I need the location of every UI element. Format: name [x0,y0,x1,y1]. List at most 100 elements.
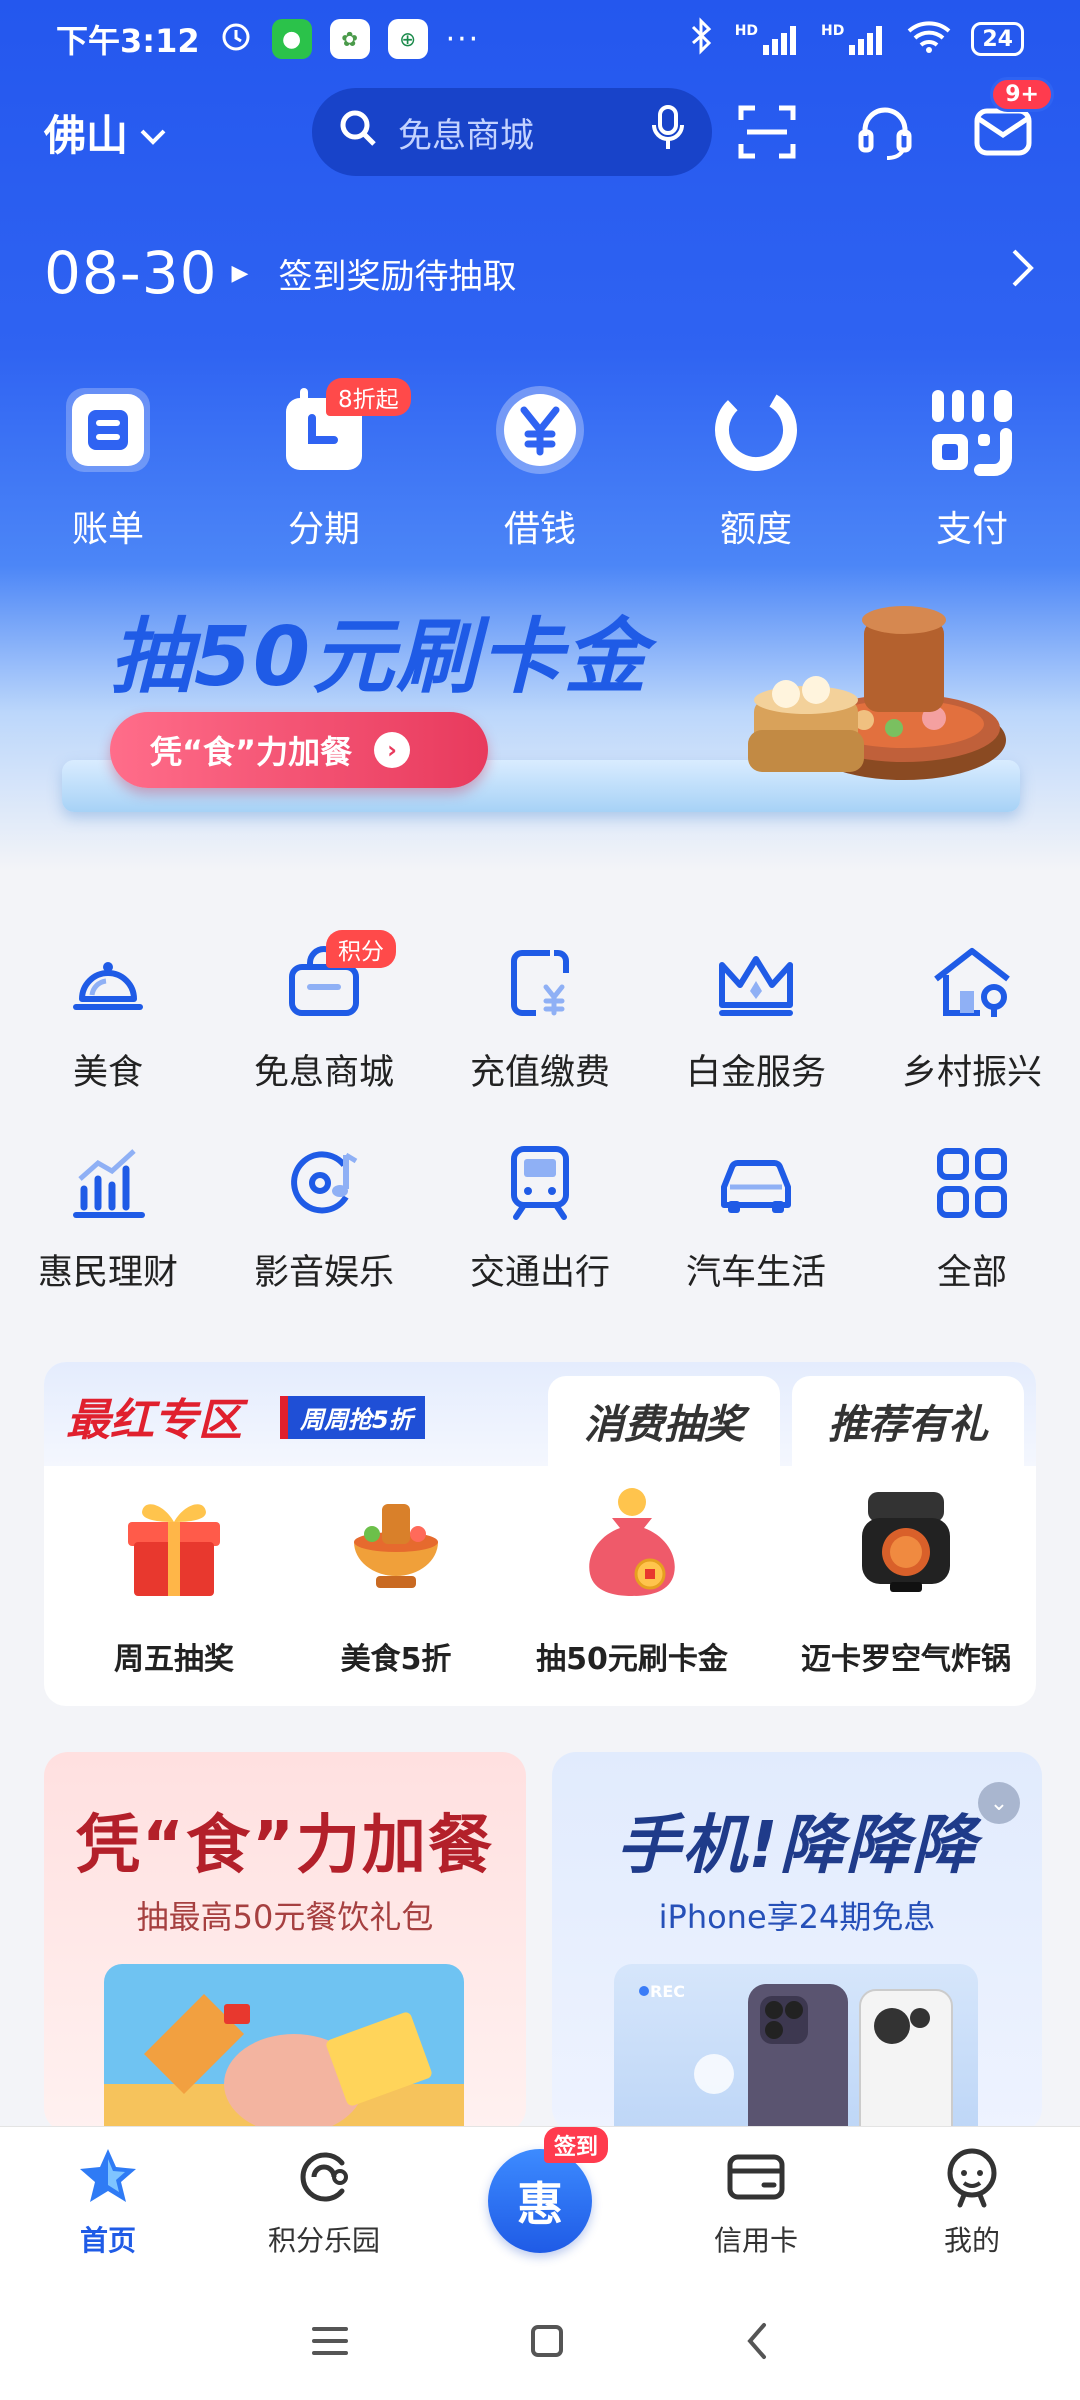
food-promo-illustration [104,1964,464,2132]
scan-icon[interactable] [734,99,800,165]
grid-icon [929,1140,1015,1226]
service-car[interactable]: 汽车生活 [648,1130,864,1330]
microphone-icon[interactable] [650,104,686,160]
city-selector[interactable]: 佛山 [44,102,304,163]
city-label: 佛山 [44,110,129,160]
hui-sign-in-icon: 惠 [488,2149,592,2253]
train-icon [497,1140,583,1226]
service-label: 美食 [72,1053,143,1093]
food-promo-card[interactable]: 凭“食”力加餐 抽最高50元餐饮礼包 [44,1752,526,2132]
tab-points-park[interactable]: 积分乐园 [216,2127,432,2286]
promo-button[interactable]: 凭“食”力加餐 › [110,712,488,788]
credit-card-icon [720,2141,792,2213]
tab-label: 积分乐园 [267,2224,380,2257]
top-bar: 佛山 免息商城 9+ [0,77,1080,180]
quick-action-pay[interactable]: 支付 [864,380,1080,552]
chevron-down-icon [138,108,168,157]
sign-in-badge: 签到 [544,2127,609,2163]
more-notifications-icon: ··· [445,21,481,57]
quick-action-quota[interactable]: 额度 [648,380,864,552]
service-food[interactable]: 美食 [0,930,216,1130]
bill-icon [58,380,158,480]
zone-tabs: 最红专区 周周抢5折 消费抽奖 推荐有礼 [44,1362,1036,1466]
quick-action-label: 额度 [719,509,792,550]
quick-action-label: 借钱 [503,509,576,550]
service-label: 充值缴费 [469,1053,610,1093]
quick-action-installment[interactable]: 8折起 分期 [216,378,432,552]
quota-ring-icon [706,380,806,480]
service-interest-free-mall[interactable]: 积分 免息商城 [216,930,432,1130]
menu-icon[interactable] [310,2325,350,2361]
car-icon [713,1140,799,1226]
bluetooth-icon [689,17,715,61]
card-title: 凭“食”力加餐 [75,1809,495,1883]
quick-actions: 账单 8折起 分期 借钱 额度 支付 [0,378,1080,552]
service-label: 汽车生活 [685,1253,826,1293]
service-rural[interactable]: 乡村振兴 [864,930,1080,1130]
home-square-icon[interactable] [529,2323,565,2363]
hotpot-icon [326,1472,466,1612]
message-badge: 9+ [990,77,1054,112]
signal-icon-2: HD [821,23,887,55]
phone-promo-illustration: REC [614,1964,978,2132]
customer-service-icon[interactable] [852,99,918,165]
zone-tab-referral[interactable]: 推荐有礼 [792,1376,1024,1466]
bottom-tab-bar: 首页 积分乐园 惠 签到 信用卡 我的 [0,2126,1080,2286]
card-subtitle: 抽最高50元餐饮礼包 [136,1898,434,1936]
house-icon [929,940,1015,1026]
points-icon [288,2141,360,2213]
service-finance[interactable]: 惠民理财 [0,1130,216,1330]
hot-zone-card: 最红专区 周周抢5折 消费抽奖 推荐有礼 周五抽奖 美食5折 抽50元刷卡金 迈… [44,1362,1036,1706]
zone-pill: 周周抢5折 [280,1396,425,1439]
music-disc-icon [281,1140,367,1226]
back-icon[interactable] [744,2321,770,2365]
search-icon [338,108,378,157]
service-transport[interactable]: 交通出行 [432,1130,648,1330]
phone-promo-card[interactable]: 手机!降降降 iPhone享24期免息 ⌄ REC [552,1752,1042,2132]
quick-action-label: 支付 [935,509,1008,550]
zone-tab-main[interactable]: 最红专区 [66,1384,242,1448]
quick-action-bill[interactable]: 账单 [0,380,216,552]
service-label: 免息商城 [253,1053,394,1093]
zone-item-label: 周五抽奖 [114,1642,234,1677]
quick-action-label: 分期 [287,509,360,550]
zone-item-food-discount[interactable]: 美食5折 [304,1472,488,1678]
search-bar[interactable]: 免息商城 [312,88,712,176]
service-label: 全部 [936,1253,1007,1293]
message-icon[interactable]: 9+ [970,77,1054,165]
service-label: 惠民理财 [37,1253,178,1293]
payment-code-icon [922,380,1022,480]
collapse-chevron-icon[interactable]: ⌄ [978,1782,1020,1824]
tab-home[interactable]: 首页 [0,2127,216,2286]
zone-item-friday-lottery[interactable]: 周五抽奖 [44,1472,304,1678]
zone-item-air-fryer[interactable]: 迈卡罗空气炸锅 [776,1472,1036,1678]
service-platinum[interactable]: 白金服务 [648,930,864,1130]
promo-button-label: 凭“食”力加餐 [150,733,353,771]
gift-box-icon [104,1472,244,1612]
bank-app-notification-icon: ⊕ [387,19,428,59]
alarm-icon [218,17,254,61]
card-title: 手机!降降降 [616,1809,978,1883]
system-navigation-bar [0,2286,1080,2400]
food-bell-icon [65,940,151,1026]
installment-badge: 8折起 [326,378,411,416]
tab-credit-card[interactable]: 信用卡 [648,2127,864,2286]
service-all[interactable]: 全部 [864,1130,1080,1330]
battery-indicator: 24 [971,22,1024,56]
tab-sign-in[interactable]: 惠 签到 [432,2127,648,2286]
tab-label: 我的 [943,2224,1000,2257]
zone-item-card-cash-lottery[interactable]: 抽50元刷卡金 [488,1472,776,1678]
promo-banner[interactable]: 抽50元刷卡金 凭“食”力加餐 › [62,570,1020,840]
tab-profile[interactable]: 我的 [864,2127,1080,2286]
service-top-up[interactable]: 充值缴费 [432,930,648,1130]
signal-icon-1: HD [735,23,801,55]
zone-item-label: 迈卡罗空气炸锅 [801,1642,1011,1677]
card-subtitle: iPhone享24期免息 [658,1898,936,1936]
service-entertainment[interactable]: 影音娱乐 [216,1130,432,1330]
finance-chart-icon [65,1140,151,1226]
sign-in-row[interactable]: 08-30 ▶ 签到奖励待抽取 [0,228,1080,318]
zone-tab-lottery[interactable]: 消费抽奖 [548,1376,780,1466]
quick-action-borrow[interactable]: 借钱 [432,380,648,552]
phone-yuan-icon [497,940,583,1026]
service-label: 乡村振兴 [901,1053,1042,1093]
